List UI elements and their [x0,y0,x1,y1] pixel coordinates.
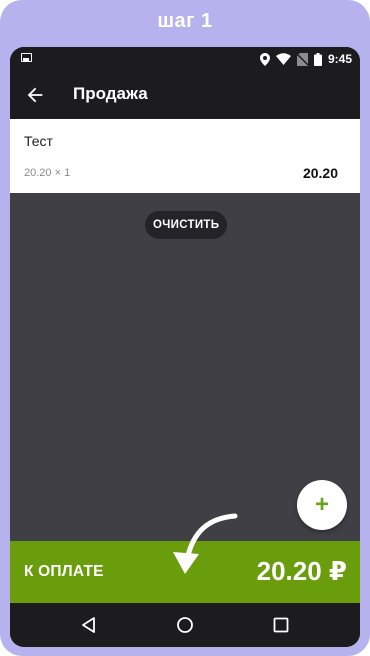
item-total: 20.20 [302,165,338,181]
plus-icon: + [314,491,329,518]
system-nav-bar [10,603,360,647]
phone-screen: 9:45 Продажа Тест 20.20 × 1 20.20 ОЧИСТИ… [10,47,360,647]
status-icons: 9:45 [259,50,352,68]
list-item[interactable]: Тест 20.20 × 1 20.20 [10,119,360,193]
page-title: Продажа [73,84,148,103]
item-price-quantity: 20.20 × 1 [24,167,71,179]
recents-square-icon[interactable] [270,614,292,636]
back-triangle-icon[interactable] [78,614,100,636]
pay-button[interactable]: К ОПЛАТЕ 20.20 ₽ [10,541,360,603]
home-circle-icon[interactable] [174,614,196,636]
add-item-button[interactable]: + [297,480,347,530]
status-bar: 9:45 [10,47,360,71]
battery-icon [313,52,322,66]
image-icon [21,53,32,62]
step-title: шаг 1 [157,10,213,32]
pay-amount: 20.20 ₽ [256,556,347,586]
wifi-icon [275,53,291,65]
tutorial-frame: шаг 1 9:45 Продажа Тест 20.20 × 1 20.20 … [0,0,370,656]
no-sim-icon [296,52,308,66]
pay-label: К ОПЛАТЕ [24,563,104,580]
status-time: 9:45 [327,52,352,66]
app-bar: Продажа [10,71,360,119]
arrow-left-icon[interactable] [24,84,46,106]
item-name: Тест [24,133,53,149]
location-icon [259,52,270,66]
sale-content-area: ОЧИСТИТЬ + [10,193,360,541]
clear-button[interactable]: ОЧИСТИТЬ [145,211,228,239]
